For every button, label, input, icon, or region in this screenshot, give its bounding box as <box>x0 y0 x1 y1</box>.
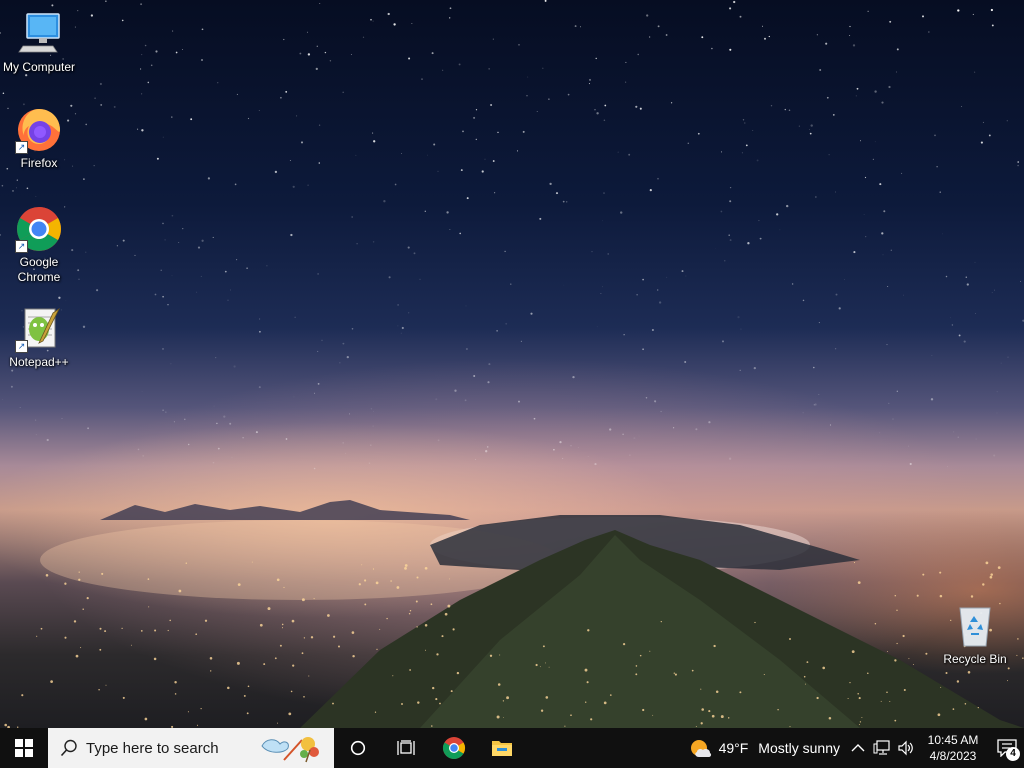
network-icon <box>873 740 890 755</box>
desktop-icon-label: Notepad++ <box>9 355 69 369</box>
taskbar: Type here to search 49°F Mostly sunny 10… <box>0 728 1024 768</box>
chevron-up-icon <box>851 744 865 752</box>
shortcut-arrow-icon: ↗ <box>15 240 28 253</box>
desktop-icon-label: My Computer <box>2 60 76 74</box>
chrome-icon <box>443 737 465 759</box>
desktop-icon-label: Recycle Bin <box>943 652 1007 666</box>
speaker-icon <box>898 740 913 756</box>
clock-time: 10:45 AM <box>927 733 979 747</box>
clock-date: 4/8/2023 <box>929 749 977 763</box>
weather-condition: Mostly sunny <box>758 740 840 756</box>
desktop-icon-google-chrome[interactable]: ↗ Google Chrome <box>1 205 77 285</box>
recycle-bin-icon <box>951 602 999 650</box>
taskbar-chrome-button[interactable] <box>430 728 478 768</box>
network-button[interactable] <box>870 728 894 768</box>
taskbar-file-explorer-button[interactable] <box>478 728 526 768</box>
notepad-plus-plus-icon: ↗ <box>15 305 63 353</box>
shortcut-arrow-icon: ↗ <box>15 141 28 154</box>
desktop-icon-label: Firefox <box>20 156 58 170</box>
weather-widget[interactable]: 49°F Mostly sunny <box>689 737 840 759</box>
windows-logo-icon <box>15 739 33 757</box>
shortcut-arrow-icon: ↗ <box>15 340 28 353</box>
show-hidden-icons-button[interactable] <box>846 728 870 768</box>
volume-button[interactable] <box>894 728 918 768</box>
start-button[interactable] <box>0 728 48 768</box>
search-box[interactable]: Type here to search <box>48 728 334 768</box>
desktop-icon-notepad-plus-plus[interactable]: ↗ Notepad++ <box>1 305 77 370</box>
desktop-icon-recycle-bin[interactable]: Recycle Bin <box>937 602 1013 667</box>
cortana-icon <box>350 740 366 756</box>
clock[interactable]: 10:45 AM 4/8/2023 <box>924 732 982 764</box>
task-view-button[interactable] <box>382 728 430 768</box>
notification-count-badge: 4 <box>1006 747 1020 761</box>
search-icon <box>60 739 77 757</box>
search-placeholder: Type here to search <box>86 739 219 757</box>
partly-sunny-icon <box>690 740 711 757</box>
cortana-button[interactable] <box>334 728 382 768</box>
desktop-wallpaper <box>0 0 1024 728</box>
firefox-icon: ↗ <box>15 106 63 154</box>
desktop-icon-label: Google Chrome <box>17 255 61 284</box>
action-center-button[interactable]: 4 <box>990 728 1024 768</box>
chrome-icon: ↗ <box>15 205 63 253</box>
computer-icon <box>15 10 63 58</box>
search-highlight-doodle-icon <box>261 737 319 763</box>
file-explorer-icon <box>492 741 512 756</box>
task-view-icon <box>397 740 415 755</box>
weather-temperature: 49°F <box>718 740 749 756</box>
system-tray: 49°F Mostly sunny 10:45 AM 4/8/2023 4 <box>689 728 1024 768</box>
mountain-landscape <box>4 500 1024 728</box>
desktop-icon-my-computer[interactable]: My Computer <box>1 10 77 75</box>
desktop-icon-firefox[interactable]: ↗ Firefox <box>1 106 77 171</box>
